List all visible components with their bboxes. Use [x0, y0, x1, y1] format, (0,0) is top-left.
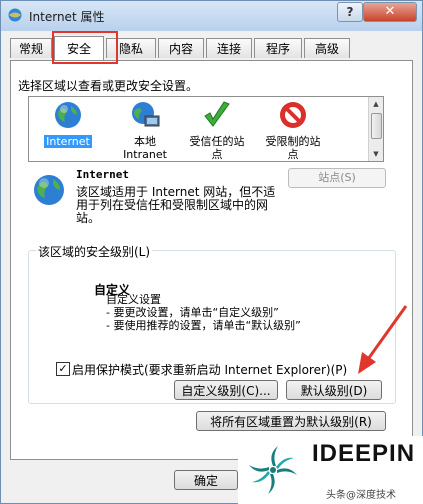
annotation-arrow-icon	[358, 305, 408, 374]
reset-all-zones-button[interactable]: 将所有区域重置为默认级别(R)	[196, 411, 386, 431]
security-level-legend: 该区域的安全级别(L)	[36, 243, 153, 260]
window-title: Internet 属性	[29, 10, 105, 24]
restricted-icon	[280, 102, 306, 128]
tab-programs[interactable]: 程序	[254, 38, 302, 58]
zone-label: Internet	[44, 135, 92, 148]
help-button[interactable]: ?	[337, 2, 363, 22]
zone-label: 受信任的站 点	[189, 135, 245, 161]
level-line: 自定义设置	[106, 293, 161, 306]
scroll-down-icon[interactable]: ▼	[369, 147, 383, 161]
watermark-subtext: 头条@深度技术	[326, 490, 396, 501]
watermark-logo: IDEEPIN 头条@深度技术	[238, 436, 423, 504]
zone-trusted-sites[interactable]: 受信任的站 点	[181, 100, 253, 161]
tab-content[interactable]: 内容	[158, 38, 204, 58]
watermark-brand: IDEEPIN	[312, 440, 416, 467]
title-bar[interactable]: Internet 属性 ? ✕	[1, 1, 422, 31]
sites-button[interactable]: 站点(S)	[288, 168, 386, 188]
tab-privacy[interactable]: 隐私	[106, 38, 156, 58]
zone-prompt: 选择区域以查看或更改安全设置。	[18, 79, 199, 93]
protected-mode-checkbox[interactable]: ✓	[56, 362, 70, 376]
globe-icon	[55, 102, 81, 128]
close-button[interactable]: ✕	[363, 2, 417, 22]
zone-list[interactable]: Internet 本地 Intranet 受信任的站 点 受限制的站 点 ▲ ▼	[28, 96, 384, 162]
level-line: - 要使用推荐的设置，请单击“默认级别”	[106, 319, 301, 332]
tab-advanced[interactable]: 高级	[304, 38, 350, 58]
swirl-logo-icon	[249, 446, 297, 494]
tab-security[interactable]: 安全	[54, 36, 104, 60]
ok-button[interactable]: 确定	[174, 470, 238, 490]
default-level-button[interactable]: 默认级别(D)	[286, 380, 382, 400]
tab-connections[interactable]: 连接	[206, 38, 252, 58]
zone-internet[interactable]: Internet	[35, 100, 101, 148]
level-line: - 要更改设置，请单击“自定义级别”	[106, 306, 279, 319]
zone-local-intranet[interactable]: 本地 Intranet	[115, 100, 175, 161]
protected-mode-label[interactable]: 启用保护模式(要求重新启动 Internet Explorer)(P)	[72, 361, 347, 378]
security-level-details: 自定义设置 - 要更改设置，请单击“自定义级别” - 要使用推荐的设置，请单击“…	[106, 293, 301, 332]
zone-label: 受限制的站 点	[265, 135, 321, 161]
checkmark-icon	[204, 101, 230, 127]
tab-general[interactable]: 常规	[10, 38, 52, 58]
zone-description: 该区域适用于 Internet 网站，但不适用于列在受信任和受限制区域中的网站。	[76, 185, 276, 225]
tab-strip: 常规 安全 隐私 内容 连接 程序 高级	[10, 36, 410, 60]
scroll-thumb[interactable]	[371, 113, 382, 139]
zone-label: 本地 Intranet	[123, 135, 167, 161]
zone-restricted-sites[interactable]: 受限制的站 点	[257, 100, 329, 161]
ie-icon	[8, 8, 22, 22]
intranet-icon	[132, 102, 160, 127]
scroll-up-icon[interactable]: ▲	[369, 97, 383, 111]
custom-level-button[interactable]: 自定义级别(C)...	[174, 380, 278, 400]
zone-title: Internet	[76, 168, 129, 181]
zone-scrollbar[interactable]: ▲ ▼	[368, 97, 383, 161]
globe-icon	[34, 175, 64, 205]
